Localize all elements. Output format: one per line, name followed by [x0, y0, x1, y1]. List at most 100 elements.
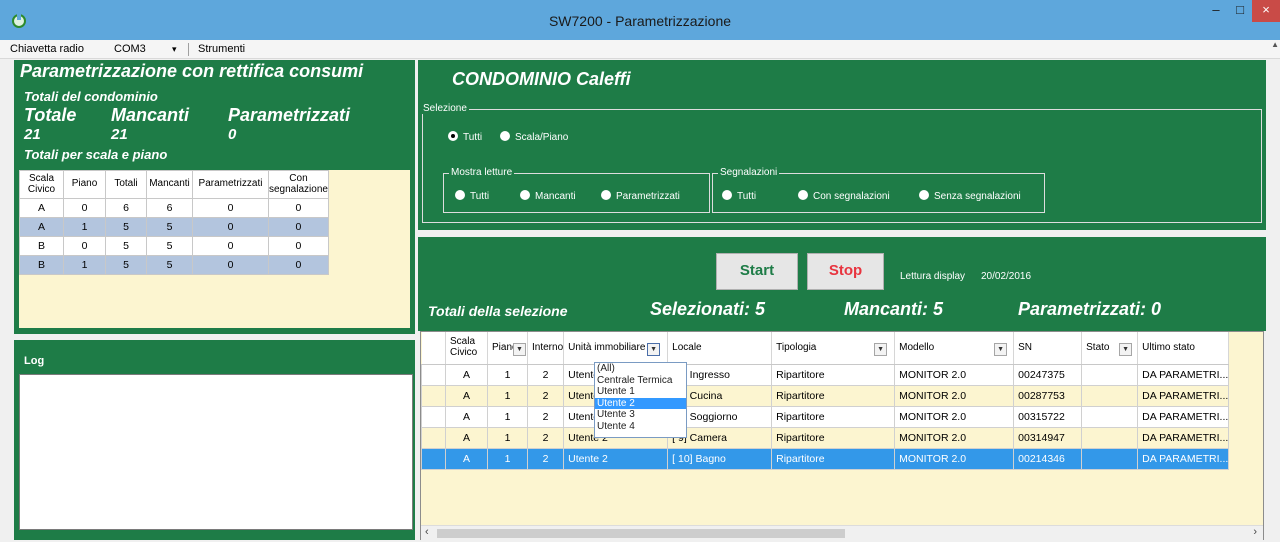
table-row-selected[interactable]: A 1 2 Utente 2 [ 10] Bagno Ripartitore M…: [421, 447, 1230, 470]
cell-sn: 00314947: [1013, 426, 1083, 449]
selection-panel: CONDOMINIO Caleffi Selezione Tutti Scala…: [418, 60, 1266, 230]
stats-cell: 0: [192, 236, 269, 256]
mostra-letture-group: Mostra letture Tutti Mancanti Parametriz…: [443, 167, 710, 213]
stats-row[interactable]: B05500: [19, 236, 329, 256]
minimize-button[interactable]: –: [1204, 0, 1228, 22]
col-piano[interactable]: Piano ▼: [487, 332, 528, 365]
stats-col-parametrizzati[interactable]: Parametrizzati: [192, 170, 269, 199]
mancanti-count: Mancanti: 5: [844, 299, 944, 319]
row-header-cell[interactable]: [421, 363, 446, 386]
radio-senza-segnalazioni[interactable]: Senza segnalazioni: [919, 190, 1021, 202]
totali-selezione-label: Totali della selezione: [428, 303, 568, 319]
port-select[interactable]: COM3: [114, 43, 146, 55]
cell-piano: 1: [487, 447, 528, 470]
stats-cell: B: [19, 236, 64, 256]
filter-dropdown-icon[interactable]: ▼: [513, 343, 526, 356]
scroll-thumb[interactable]: [437, 529, 845, 538]
cell-ultimo-stato: DA PARAMETRI...: [1137, 426, 1230, 449]
filter-option[interactable]: Centrale Termica: [595, 375, 686, 387]
radio-segn-tutti[interactable]: Tutti: [722, 190, 756, 202]
filter-option-highlighted[interactable]: Utente 2: [595, 397, 686, 409]
radio-letture-parametrizzati[interactable]: Parametrizzati: [601, 190, 680, 202]
cell-tipologia: Ripartitore: [771, 384, 896, 407]
cell-modello: MONITOR 2.0: [894, 447, 1015, 470]
radio-scala-piano[interactable]: Scala/Piano: [500, 131, 568, 143]
selezione-label: Selezione: [421, 103, 469, 114]
row-header-cell[interactable]: [421, 405, 446, 428]
cell-modello: MONITOR 2.0: [894, 426, 1015, 449]
radio-icon: [722, 190, 732, 200]
filter-option[interactable]: Utente 1: [595, 386, 686, 398]
stats-col-piano[interactable]: Piano: [63, 170, 106, 199]
maximize-button[interactable]: □: [1228, 0, 1252, 22]
cell-ultimo-stato: DA PARAMETRI...: [1137, 405, 1230, 428]
stats-row[interactable]: A15500: [19, 217, 329, 237]
table-row[interactable]: A 1 2 Utente 2 [ 7] Cucina Ripartitore M…: [421, 384, 1230, 407]
col-interno[interactable]: Interno: [527, 332, 565, 365]
col-modello[interactable]: Modello ▼: [894, 332, 1015, 365]
unita-filter-dropdown[interactable]: (All) Centrale Termica Utente 1 Utente 2…: [594, 362, 687, 438]
row-header-cell[interactable]: [421, 426, 446, 449]
radio-con-segnalazioni[interactable]: Con segnalazioni: [798, 190, 890, 202]
cell-ultimo-stato: DA PARAMETRI...: [1137, 384, 1230, 407]
filter-option[interactable]: (All): [595, 363, 686, 375]
stats-cell: A: [19, 198, 64, 218]
page-title: Parametrizzazione con rettifica consumi: [20, 61, 364, 81]
stats-cell: 0: [192, 198, 269, 218]
stats-cell: 0: [268, 217, 329, 237]
filter-option[interactable]: Utente 3: [595, 409, 686, 421]
stats-cell: 0: [268, 236, 329, 256]
filter-dropdown-icon[interactable]: ▼: [874, 343, 888, 356]
stats-col-segnalazione[interactable]: Con segnalazione: [268, 170, 329, 199]
stats-col-totali[interactable]: Totali: [105, 170, 147, 199]
stats-cell: 0: [192, 255, 269, 275]
cell-modello: MONITOR 2.0: [894, 384, 1015, 407]
col-tipologia[interactable]: Tipologia ▼: [771, 332, 896, 365]
stats-cell: 0: [63, 236, 106, 256]
cell-stato: [1081, 363, 1139, 386]
col-sn[interactable]: SN: [1013, 332, 1083, 365]
scroll-up-icon[interactable]: ▲: [1271, 40, 1279, 49]
stats-col-mancanti[interactable]: Mancanti: [146, 170, 193, 199]
port-dropdown-icon[interactable]: ▾: [172, 44, 177, 55]
cell-interno: 2: [526, 405, 565, 428]
col-unita-immobiliare[interactable]: Unità immobiliare ▼: [563, 332, 669, 365]
mostra-letture-label: Mostra letture: [449, 167, 515, 178]
radio-letture-mancanti[interactable]: Mancanti: [520, 190, 576, 202]
row-header-cell[interactable]: [421, 447, 446, 470]
col-locale[interactable]: Locale: [667, 332, 773, 365]
horizontal-scrollbar[interactable]: ‹ ›: [421, 525, 1263, 540]
col-scala-civico[interactable]: Scala Civico▼: [445, 332, 521, 365]
col-stato[interactable]: Stato ▼: [1081, 332, 1139, 365]
row-header-corner: [421, 332, 446, 365]
log-textbox[interactable]: [19, 374, 413, 530]
selezione-group: Selezione Tutti Scala/Piano Mostra lettu…: [421, 103, 1262, 223]
table-row[interactable]: A 1 2 Utente 2 [ 6] Ingresso Ripartitore…: [421, 363, 1230, 386]
filter-dropdown-icon[interactable]: ▼: [647, 343, 661, 356]
stats-table-area: Scala Civico Piano Totali Mancanti Param…: [19, 170, 410, 328]
filter-dropdown-icon[interactable]: ▼: [994, 343, 1008, 356]
radio-tutti[interactable]: Tutti: [448, 131, 482, 143]
radio-letture-tutti[interactable]: Tutti: [455, 190, 489, 202]
stop-button[interactable]: Stop: [807, 253, 884, 290]
stats-row[interactable]: A06600: [19, 198, 329, 218]
menu-strumenti[interactable]: Strumenti: [198, 43, 245, 55]
stats-row[interactable]: B15500: [19, 255, 329, 275]
stats-header-row: Scala Civico Piano Totali Mancanti Param…: [19, 170, 329, 199]
cell-sn: 00247375: [1013, 363, 1083, 386]
filter-option[interactable]: Utente 4: [595, 421, 686, 433]
filter-dropdown-icon[interactable]: ▼: [1119, 343, 1133, 356]
stats-col-scala[interactable]: Scala Civico: [19, 170, 64, 199]
cell-stato: [1081, 447, 1139, 470]
table-row[interactable]: A 1 2 Utente 2 [ 9] Camera Ripartitore M…: [421, 426, 1230, 449]
close-button[interactable]: ×: [1252, 0, 1280, 22]
cell-tipologia: Ripartitore: [771, 405, 896, 428]
window-title: SW7200 - Parametrizzazione: [548, 13, 732, 29]
stats-cell: 5: [105, 255, 147, 275]
start-button[interactable]: Start: [716, 253, 798, 290]
scroll-right-icon[interactable]: ›: [1253, 526, 1257, 538]
scroll-left-icon[interactable]: ‹: [425, 526, 429, 538]
row-header-cell[interactable]: [421, 384, 446, 407]
col-ultimo-stato[interactable]: Ultimo stato: [1137, 332, 1230, 365]
table-row[interactable]: A 1 2 Utente 2 [ 8] Soggiorno Ripartitor…: [421, 405, 1230, 428]
